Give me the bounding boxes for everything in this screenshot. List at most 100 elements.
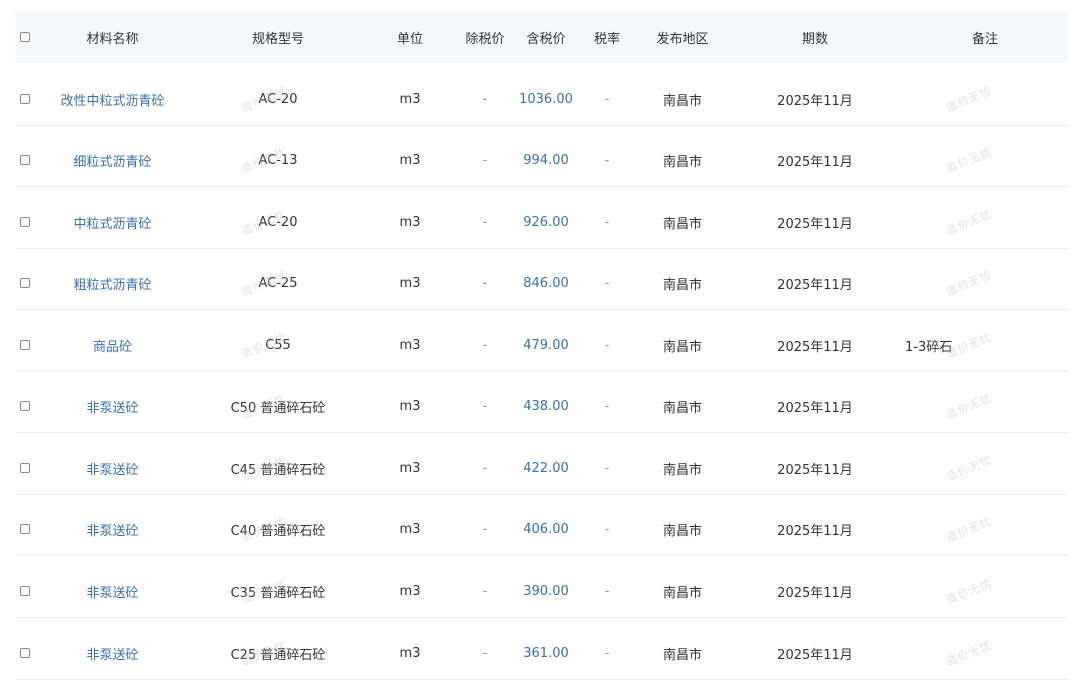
cell-region: 南昌市 [662,154,702,170]
select-all-checkbox[interactable] [15,11,35,63]
cell-price-inc-tax: 994.00 [523,152,569,168]
cell-period: 2025年11月 [777,216,853,232]
table-row[interactable]: 非泵送砼 C50 普通碎石砼 m3-438.00- 南昌市 2025年11月 造价无忧 造价… [15,380,1068,433]
table-row[interactable]: 非泵送砼 C25 普通碎石砼 m3-361.00- 南昌市 2025年11月 造价无忧 造价… [15,627,1068,680]
cell-tax-rate: - [604,275,610,291]
cell-price-inc-tax: 422.00 [523,460,569,476]
cell-region: 南昌市 [662,277,702,293]
table-row[interactable]: 非泵送砼 C45 普通碎石砼 m3-422.00- 南昌市 2025年11月 造价无忧 造价… [15,442,1068,495]
cell-tax-rate: - [604,398,610,414]
cell-name[interactable]: 非泵送砼 [50,627,175,679]
cell-tax-rate: - [604,91,610,107]
cell-name[interactable]: 商品砼 [50,319,175,371]
table-row[interactable]: 商品砼 C55 m3-479.00- 南昌市 2025年11月 1-3碎石 造价无忧 造价无忧 [15,319,1068,372]
cell-region: 南昌市 [662,216,702,232]
cell-price-ex-tax: - [482,398,488,414]
cell-unit: m3 [399,460,421,476]
cell-region: 南昌市 [662,339,702,355]
cell-name[interactable]: 改性中粒式沥青砼 [50,73,175,125]
cell-unit: m3 [399,152,421,168]
row-checkbox[interactable] [15,442,35,494]
cell-unit: m3 [399,645,421,661]
table-row[interactable]: 粗粒式沥青砼 AC-25 m3-846.00- 南昌市 2025年11月 造价无忧 造价无忧 [15,257,1068,310]
cell-region: 南昌市 [662,400,702,416]
cell-period: 2025年11月 [777,523,853,539]
column-header-period[interactable]: 期数 [770,11,860,63]
cell-name[interactable]: 非泵送砼 [50,442,175,494]
cell-tax-rate: - [604,583,610,599]
cell-price-ex-tax: - [482,275,488,291]
cell-tax-rate: - [604,152,610,168]
table-row[interactable]: 非泵送砼 C35 普通碎石砼 m3-390.00- 南昌市 2025年11月 造价无忧 造价… [15,565,1068,618]
cell-region: 南昌市 [662,647,702,663]
cell-period: 2025年11月 [777,154,853,170]
cell-name[interactable]: 非泵送砼 [50,380,175,432]
cell-name[interactable]: 细粒式沥青砼 [50,134,175,186]
row-checkbox[interactable] [15,319,35,371]
column-header-price-inc-tax[interactable]: 含税价 [515,11,577,63]
cell-unit: m3 [399,91,421,107]
cell-region: 南昌市 [662,93,702,109]
row-checkbox[interactable] [15,380,35,432]
cell-unit: m3 [399,214,421,230]
cell-price-inc-tax: 390.00 [523,583,569,599]
column-header-tax-rate[interactable]: 税率 [581,11,633,63]
row-checkbox[interactable] [15,257,35,309]
cell-period: 2025年11月 [777,585,853,601]
cell-price-ex-tax: - [482,152,488,168]
cell-period: 2025年11月 [777,93,853,109]
cell-name[interactable]: 非泵送砼 [50,565,175,617]
cell-price-ex-tax: - [482,337,488,353]
column-header-spec[interactable]: 规格型号 [213,11,343,63]
column-header-remark[interactable]: 备注 [945,11,1025,63]
cell-period: 2025年11月 [777,339,853,355]
table-row[interactable]: 中粒式沥青砼 AC-20 m3-926.00- 南昌市 2025年11月 造价无忧 造价无忧 [15,196,1068,249]
cell-name[interactable]: 中粒式沥青砼 [50,196,175,248]
column-header-unit[interactable]: 单位 [380,11,440,63]
cell-period: 2025年11月 [777,647,853,663]
row-checkbox[interactable] [15,503,35,555]
cell-unit: m3 [399,521,421,537]
cell-name[interactable]: 非泵送砼 [50,503,175,555]
table-row[interactable]: 非泵送砼 C40 普通碎石砼 m3-406.00- 南昌市 2025年11月 造价无忧 造价… [15,503,1068,556]
cell-region: 南昌市 [662,523,702,539]
table-row[interactable]: 细粒式沥青砼 AC-13 m3-994.00- 南昌市 2025年11月 造价无忧 造价无忧 [15,134,1068,187]
cell-price-ex-tax: - [482,91,488,107]
cell-unit: m3 [399,337,421,353]
cell-price-inc-tax: 846.00 [523,275,569,291]
cell-price-ex-tax: - [482,645,488,661]
cell-tax-rate: - [604,214,610,230]
cell-name[interactable]: 粗粒式沥青砼 [50,257,175,309]
row-checkbox[interactable] [15,73,35,125]
cell-price-ex-tax: - [482,460,488,476]
cell-tax-rate: - [604,521,610,537]
cell-period: 2025年11月 [777,462,853,478]
column-header-region[interactable]: 发布地区 [645,11,720,63]
cell-tax-rate: - [604,337,610,353]
cell-price-inc-tax: 361.00 [523,645,569,661]
row-checkbox[interactable] [15,627,35,679]
row-checkbox[interactable] [15,134,35,186]
cell-price-inc-tax: 1036.00 [519,91,573,107]
cell-price-inc-tax: 406.00 [523,521,569,537]
row-checkbox[interactable] [15,565,35,617]
table-header: 材料名称 规格型号 单位 除税价 含税价 税率 发布地区 期数 备注 [15,11,1068,63]
row-checkbox[interactable] [15,196,35,248]
cell-tax-rate: - [604,645,610,661]
cell-region: 南昌市 [662,585,702,601]
cell-unit: m3 [399,583,421,599]
cell-price-inc-tax: 438.00 [523,398,569,414]
table-row[interactable]: 改性中粒式沥青砼 AC-20 m3-1036.00- 南昌市 2025年11月 造价无忧造… [15,73,1068,126]
column-header-price-ex-tax[interactable]: 除税价 [455,11,515,63]
cell-period: 2025年11月 [777,277,853,293]
cell-unit: m3 [399,275,421,291]
cell-price-ex-tax: - [482,214,488,230]
column-header-name[interactable]: 材料名称 [50,11,175,63]
cell-price-ex-tax: - [482,521,488,537]
cell-price-inc-tax: 479.00 [523,337,569,353]
cell-tax-rate: - [604,460,610,476]
cell-region: 南昌市 [662,462,702,478]
cell-unit: m3 [399,398,421,414]
cell-period: 2025年11月 [777,400,853,416]
cell-price-ex-tax: - [482,583,488,599]
